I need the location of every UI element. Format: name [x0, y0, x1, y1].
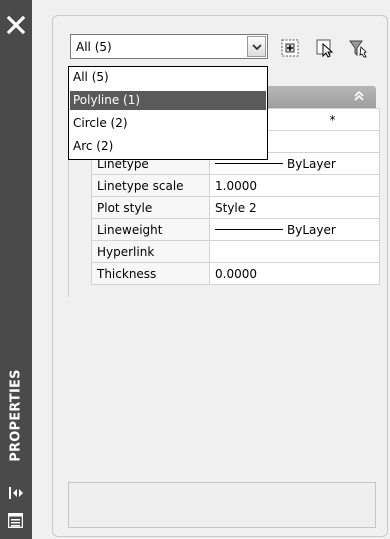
- property-value[interactable]: Style 2: [209, 196, 380, 219]
- property-value[interactable]: ByLayer: [209, 218, 380, 241]
- select-objects-icon: [316, 39, 334, 58]
- property-name: Lineweight: [91, 218, 210, 241]
- dropdown-option[interactable]: All (5): [70, 68, 266, 87]
- collapse-arrows-icon[interactable]: [8, 486, 24, 500]
- quick-select-filter-icon: [349, 40, 367, 58]
- close-icon[interactable]: [5, 14, 27, 36]
- property-value[interactable]: [209, 240, 380, 263]
- property-name: Plot style: [91, 196, 210, 219]
- property-value-text: ByLayer: [287, 222, 336, 237]
- property-row[interactable]: Hyperlink: [91, 240, 380, 263]
- pickadd-icon: [281, 39, 299, 57]
- chevron-down-icon[interactable]: [247, 36, 266, 57]
- line-sample: [215, 229, 283, 230]
- toggle-pickadd-button[interactable]: [279, 37, 301, 59]
- property-value[interactable]: 1.0000: [209, 174, 380, 197]
- select-objects-button[interactable]: [314, 37, 336, 59]
- property-row[interactable]: Thickness 0.0000: [91, 262, 380, 285]
- property-row[interactable]: Plot style Style 2: [91, 196, 380, 219]
- property-name: Thickness: [91, 262, 210, 285]
- dropdown-option[interactable]: Circle (2): [70, 114, 266, 133]
- description-box: [68, 482, 376, 528]
- peek-text: *: [329, 112, 336, 127]
- palette-title: PROPERTIES: [8, 368, 24, 462]
- quick-select-button[interactable]: [347, 37, 369, 59]
- line-sample: [215, 163, 283, 164]
- property-row[interactable]: Linetype scale 1.0000: [91, 174, 380, 197]
- property-value-text: ByLayer: [287, 156, 336, 171]
- linetype-preview: ByLayer: [215, 223, 379, 237]
- palette-titlebar[interactable]: PROPERTIES: [0, 0, 32, 539]
- collapse-up-chevrons-icon[interactable]: [352, 89, 366, 103]
- dropdown-option[interactable]: Arc (2): [70, 137, 266, 156]
- object-type-value: All (5): [76, 40, 112, 54]
- dropdown-option-selected[interactable]: Polyline (1): [70, 91, 266, 110]
- object-type-dropdown[interactable]: All (5) Polyline (1) Circle (2) Arc (2): [68, 66, 268, 160]
- property-name: Hyperlink: [91, 240, 210, 263]
- property-row[interactable]: Lineweight ByLayer: [91, 218, 380, 241]
- object-type-select[interactable]: All (5): [70, 34, 268, 59]
- property-value[interactable]: 0.0000: [209, 262, 380, 285]
- properties-menu-icon[interactable]: [7, 512, 24, 529]
- property-name: Linetype scale: [91, 174, 210, 197]
